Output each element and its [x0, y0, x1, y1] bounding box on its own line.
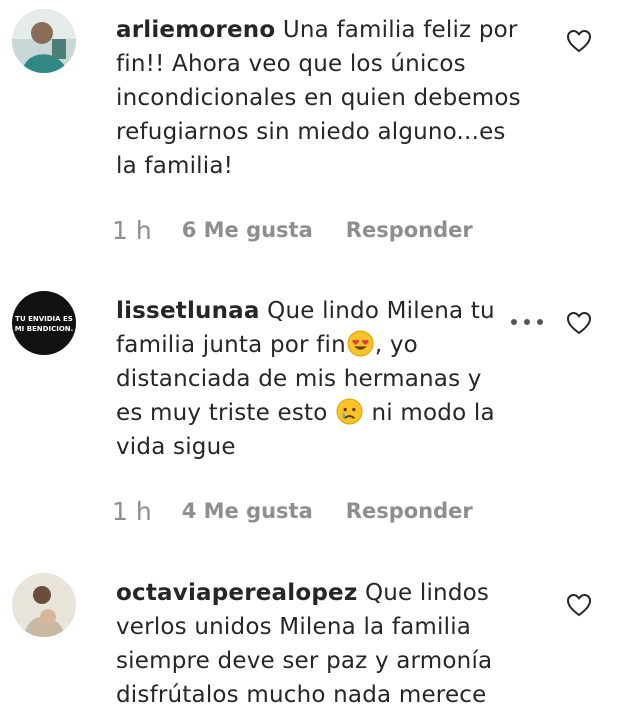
crying-face-emoji-icon — [336, 398, 363, 425]
avatar-banner-icon: TU ENVIDIA ES MI BENDICION. — [12, 291, 76, 355]
comment-meta: 1 h 6 Me gusta Responder — [112, 212, 473, 248]
comment-meta: 1 h 4 Me gusta Responder — [112, 493, 473, 529]
comment-body: arliemoreno Una familia feliz por fin!! … — [116, 13, 526, 183]
comment-likes[interactable]: 4 Me gusta — [182, 499, 313, 523]
comment-body: octaviaperealopez Que lindos verlos unid… — [116, 576, 526, 712]
reply-button[interactable]: Responder — [346, 499, 473, 523]
comment-username[interactable]: octaviaperealopez — [116, 580, 357, 606]
comment-likes[interactable]: 6 Me gusta — [182, 218, 313, 242]
comment-username[interactable]: lissetlunaa — [116, 298, 260, 324]
comment-username[interactable]: arliemoreno — [116, 17, 275, 43]
more-options-icon[interactable] — [509, 315, 545, 329]
avatar-photo-icon — [12, 573, 76, 637]
comment-time[interactable]: 1 h — [112, 497, 152, 526]
avatar[interactable] — [12, 573, 76, 637]
avatar-photo-icon — [12, 9, 76, 73]
heart-icon[interactable] — [565, 591, 593, 619]
avatar-text-line: TU ENVIDIA ES — [15, 315, 73, 323]
avatar[interactable]: TU ENVIDIA ES MI BENDICION. — [12, 291, 76, 355]
heart-eyes-emoji-icon — [347, 330, 374, 357]
avatar[interactable] — [12, 9, 76, 73]
comment-time[interactable]: 1 h — [112, 216, 152, 245]
comment-body: lissetlunaa Que lindo Milena tu familia … — [116, 294, 500, 464]
heart-icon[interactable] — [565, 309, 593, 337]
reply-button[interactable]: Responder — [346, 218, 473, 242]
heart-icon[interactable] — [565, 27, 593, 55]
avatar-text-line: MI BENDICION. — [15, 325, 74, 333]
